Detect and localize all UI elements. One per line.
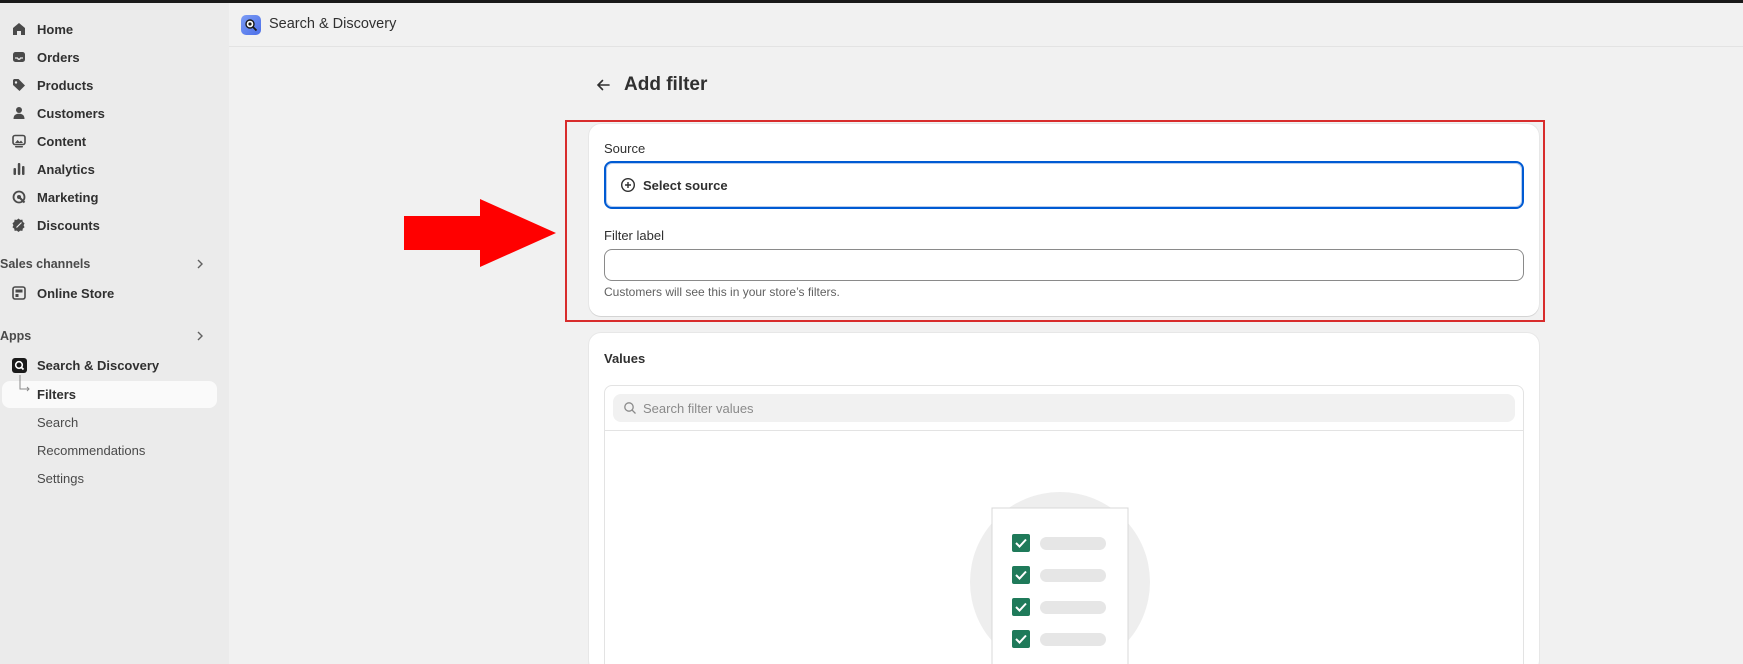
tree-branch-icon (19, 375, 30, 392)
sidebar-item-label: Content (37, 133, 87, 149)
app-logo-icon (241, 15, 261, 35)
sidebar-item-label: Orders (37, 49, 80, 65)
search-discovery-app-icon (11, 357, 27, 373)
sidebar-item-label: Online Store (37, 285, 115, 301)
sidebar-item-products[interactable]: Products (0, 72, 217, 98)
app-header: Search & Discovery (229, 3, 1743, 47)
store-icon (11, 285, 27, 301)
select-source-button[interactable]: Select source (604, 161, 1524, 209)
sidebar-subitem-filters[interactable]: Filters (2, 375, 217, 408)
sidebar-subitem-label: Settings (37, 471, 84, 486)
chevron-right-icon (197, 331, 203, 341)
page-title-row: Add filter (594, 72, 707, 98)
sidebar-item-marketing[interactable]: Marketing (0, 184, 217, 210)
red-arrow-annotation (404, 199, 556, 267)
filter-label-label: Filter label (604, 228, 664, 243)
bar-chart-icon (11, 161, 27, 177)
divider (605, 430, 1523, 431)
sidebar-subitem-settings[interactable]: Settings (2, 465, 217, 492)
sidebar-item-label: Discounts (37, 217, 100, 233)
filter-values-search[interactable] (613, 394, 1515, 422)
sidebar-item-discounts[interactable]: Discounts (0, 212, 217, 238)
sidebar-item-analytics[interactable]: Analytics (0, 156, 217, 182)
section-heading-label: Sales channels (0, 257, 91, 271)
sidebar-item-label: Search & Discovery (37, 357, 160, 373)
sidebar-subitem-label: Recommendations (37, 443, 146, 458)
page-title: Add filter (624, 74, 708, 95)
apps-heading[interactable]: Apps (0, 326, 217, 346)
back-button[interactable] (594, 76, 612, 94)
values-panel (604, 385, 1524, 664)
sales-channels-heading[interactable]: Sales channels (0, 254, 217, 274)
tag-icon (11, 77, 27, 93)
filter-label-input[interactable] (604, 249, 1524, 281)
sidebar-item-label: Customers (37, 105, 105, 121)
filter-label-help-text: Customers will see this in your store’s … (604, 285, 840, 299)
section-heading-label: Apps (0, 329, 32, 343)
sidebar-subitem-label: Search (37, 415, 79, 430)
home-icon (11, 21, 27, 37)
sidebar-item-orders[interactable]: Orders (0, 44, 217, 70)
values-card: Values (589, 333, 1539, 664)
values-title: Values (604, 351, 646, 366)
sidebar-subitem-label: Filters (37, 387, 77, 402)
sidebar-item-online-store[interactable]: Online Store (0, 280, 217, 306)
discount-icon (11, 217, 27, 233)
source-card: Source Select source Filter label Custom… (589, 124, 1539, 316)
sidebar-item-home[interactable]: Home (0, 16, 217, 42)
image-icon (11, 133, 27, 149)
app-title: Search & Discovery (269, 16, 397, 32)
sidebar: Home Orders Products Customers Content A… (0, 3, 229, 664)
plus-circle-icon (620, 177, 636, 193)
chevron-right-icon (197, 259, 203, 269)
source-label: Source (604, 141, 646, 156)
search-icon (624, 402, 636, 414)
sidebar-item-label: Marketing (37, 189, 99, 205)
arrow-left-icon (596, 79, 610, 91)
select-source-label: Select source (643, 177, 728, 193)
target-icon (11, 189, 27, 205)
person-icon (11, 105, 27, 121)
sidebar-item-label: Analytics (37, 161, 95, 177)
sidebar-item-customers[interactable]: Customers (0, 100, 217, 126)
filter-values-search-input[interactable] (643, 400, 1503, 416)
inbox-icon (11, 49, 27, 65)
sidebar-subitem-recommendations[interactable]: Recommendations (2, 437, 217, 464)
sidebar-subitem-search[interactable]: Search (2, 409, 217, 436)
sidebar-item-search-discovery[interactable]: Search & Discovery (0, 352, 217, 378)
empty-state-checklist-illustration (970, 492, 1150, 664)
sidebar-item-content[interactable]: Content (0, 128, 217, 154)
sidebar-item-label: Products (37, 77, 94, 93)
sidebar-item-label: Home (37, 21, 74, 37)
